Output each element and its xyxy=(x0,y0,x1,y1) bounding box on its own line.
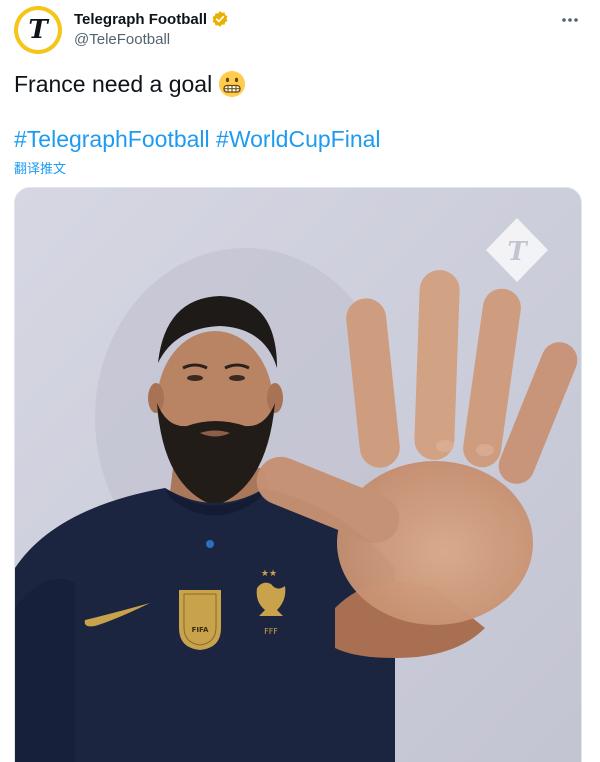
svg-text:FIFA: FIFA xyxy=(192,626,209,634)
hashtag-link[interactable]: #TelegraphFootball xyxy=(14,126,210,152)
hashtags: #TelegraphFootball #WorldCupFinal xyxy=(14,126,381,153)
svg-text:FFF: FFF xyxy=(264,627,278,636)
verified-badge-icon xyxy=(212,11,228,27)
avatar[interactable]: T xyxy=(14,6,62,54)
author-name-row: Telegraph Football xyxy=(74,10,229,28)
tweet-body: France need a goal xyxy=(14,70,213,97)
player-photo: T FIFA ★★ FFF xyxy=(15,188,581,762)
svg-text:T: T xyxy=(28,15,49,45)
svg-text:★★: ★★ xyxy=(261,568,277,578)
telegraph-logo-icon: T xyxy=(28,15,49,45)
more-dots-icon xyxy=(562,18,578,22)
fifa-badge-icon: FIFA xyxy=(179,590,221,650)
more-options-button[interactable] xyxy=(556,6,584,34)
tweet-text: France need a goal xyxy=(14,70,246,98)
tweet: T Telegraph Football @TeleFootball Franc… xyxy=(0,0,600,762)
hashtag-link[interactable]: #WorldCupFinal xyxy=(216,126,380,152)
author-handle[interactable]: @TeleFootball xyxy=(74,31,170,48)
translate-tweet-link[interactable]: 翻译推文 xyxy=(14,158,66,177)
tweet-media-photo[interactable]: T FIFA ★★ FFF xyxy=(14,187,582,762)
svg-text:T: T xyxy=(507,237,528,267)
author-display-name[interactable]: Telegraph Football xyxy=(74,11,207,28)
grimacing-face-icon xyxy=(219,71,246,97)
